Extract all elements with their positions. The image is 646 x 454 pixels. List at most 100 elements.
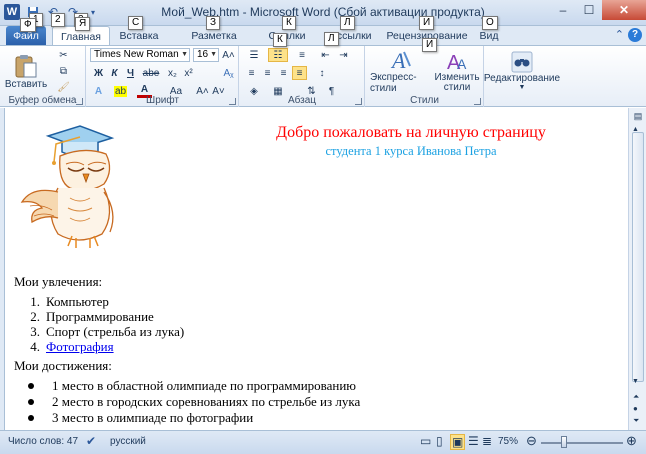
list-item-text: Компьютер xyxy=(46,294,109,309)
keytip: С xyxy=(128,16,144,30)
full-screen-reading-icon[interactable]: ▯ xyxy=(436,434,443,448)
justify-icon: ≡ xyxy=(296,67,303,79)
language[interactable]: русский xyxy=(110,436,146,447)
paste-button[interactable]: Вставить xyxy=(5,49,47,93)
tab-view[interactable]: Вид О xyxy=(474,16,504,46)
list-item-text: 3 место в олимпиаде по фотографии xyxy=(52,410,254,425)
close-button[interactable]: ✕ xyxy=(602,0,646,20)
group-clipboard: Вставить ✂ ⧉ 🖌 Буфер обмена xyxy=(0,46,86,107)
subscript-button[interactable]: x₂ xyxy=(165,66,180,80)
zoom-level[interactable]: 75% xyxy=(498,436,518,447)
svg-text:A: A xyxy=(457,56,467,72)
tab-references[interactable]: Ссылки К xyxy=(262,16,312,46)
list-number: 2. xyxy=(30,309,40,324)
photo-link[interactable]: Фотография xyxy=(46,339,114,354)
prev-page-icon[interactable]: ⏶ xyxy=(633,392,639,402)
tab-file[interactable]: Файл Ф xyxy=(6,18,46,46)
proofing-icon[interactable]: ✔ xyxy=(86,434,96,448)
keytip: Л xyxy=(340,16,355,30)
align-left-button[interactable]: ≡ xyxy=(244,66,259,80)
copy-button[interactable]: ⧉ xyxy=(56,64,71,78)
zoom-slider-track[interactable] xyxy=(541,442,623,444)
document-page[interactable]: Добро пожаловать на личную страницу студ… xyxy=(6,108,628,430)
title-bar: W 1 ↶ 2 ↷ 3 ▾ Мой_Web.htm - Microsoft Wo… xyxy=(0,0,646,27)
decrease-indent-button[interactable]: ⇤ Л xyxy=(318,32,339,62)
change-styles-button[interactable]: A A Изменить стили xyxy=(434,48,480,94)
list-item: 4. Фотография xyxy=(20,339,184,354)
group-label: Абзац xyxy=(287,95,317,106)
align-right-icon: ≡ xyxy=(280,67,287,79)
font-size-value: 16 xyxy=(197,49,209,60)
bullets-button[interactable]: ☰ xyxy=(244,48,264,62)
group-editing: Редактирование ▼ xyxy=(484,46,560,107)
web-layout-icon[interactable]: ▣ xyxy=(450,434,466,450)
tab-page-layout[interactable]: Разметка страницы З xyxy=(168,16,260,62)
next-page-icon[interactable]: ⏷ xyxy=(633,416,639,426)
strikethrough-icon: abe xyxy=(142,67,160,79)
minimize-button[interactable]: – xyxy=(550,0,576,20)
dialog-launcher-icon[interactable] xyxy=(474,98,481,105)
tab-label: Главная xyxy=(61,31,101,43)
format-painter-button[interactable]: 🖌 xyxy=(56,80,71,94)
bullet-icon xyxy=(28,399,34,406)
font-name-value: Times New Roman xyxy=(94,49,179,60)
scroll-thumb[interactable] xyxy=(632,132,644,382)
keytip: К xyxy=(273,33,287,47)
minimize-icon: – xyxy=(559,3,567,17)
maximize-button[interactable]: ☐ xyxy=(576,0,602,20)
quick-styles-button[interactable]: A Экспресс-стили И xyxy=(370,38,438,94)
list-item: 1 место в областной олимпиаде по програм… xyxy=(28,378,360,394)
bold-button[interactable]: Ж xyxy=(91,66,106,80)
outline-icon[interactable]: ☰ xyxy=(468,434,479,448)
minimize-ribbon-icon[interactable]: ⌃ xyxy=(615,28,624,42)
zoom-out-icon[interactable]: ⊖ xyxy=(526,433,537,449)
italic-button[interactable]: К xyxy=(107,66,122,80)
bullet-icon xyxy=(28,415,34,422)
ruler-toggle-icon[interactable]: ▤ xyxy=(631,111,645,125)
browse-object-icon[interactable]: ● xyxy=(633,404,638,413)
zoom-slider-thumb[interactable] xyxy=(561,436,567,448)
achievements-title: Мои достижения: xyxy=(14,358,112,373)
justify-button[interactable]: ≡ xyxy=(292,66,307,80)
page-subheading: студента 1 курса Иванова Петра xyxy=(325,144,497,158)
print-layout-icon[interactable]: ▭ xyxy=(420,434,431,448)
group-paragraph: ☰ ☷ К ≡ ⇤ Л ⇥ ≡ ≡ ≡ ≡ ↕ ◈ ▦ ⇅ ¶ Абзац xyxy=(240,32,365,107)
align-center-button[interactable]: ≡ xyxy=(260,66,275,80)
superscript-button[interactable]: x² xyxy=(181,66,196,80)
zoom-in-icon[interactable]: ⊕ xyxy=(626,433,637,449)
draft-icon[interactable]: ≣ xyxy=(482,434,492,448)
multilevel-list-button[interactable]: ≡ xyxy=(292,48,312,62)
list-number: 1. xyxy=(30,294,40,309)
dialog-launcher-icon[interactable] xyxy=(76,98,83,105)
clear-formatting-button[interactable]: Aᵪ xyxy=(221,66,236,80)
font-size-select[interactable]: 16 ▼ xyxy=(193,48,219,62)
word-count[interactable]: Число слов: 47 xyxy=(8,436,78,447)
scroll-down-icon[interactable]: ▼ xyxy=(632,378,639,385)
tab-label: Вставка xyxy=(119,30,159,42)
line-spacing-button[interactable]: ↕ xyxy=(312,66,332,80)
increase-indent-button[interactable]: ⇥ xyxy=(336,48,351,62)
font-name-select[interactable]: Times New Roman ▼ xyxy=(90,48,190,62)
quick-styles-label: Экспресс-стили xyxy=(370,72,417,94)
group-label: Буфер обмена xyxy=(8,95,77,106)
editing-button[interactable]: Редактирование ▼ xyxy=(484,48,560,94)
strikethrough-button[interactable]: abe xyxy=(141,66,161,80)
dialog-launcher-icon[interactable] xyxy=(355,98,362,105)
tab-home[interactable]: Главная Я xyxy=(52,17,110,46)
tab-insert[interactable]: Вставка С xyxy=(112,16,166,46)
group-styles: A Экспресс-стили И A A Изменить стили Ст… xyxy=(366,38,484,107)
keytip: О xyxy=(482,16,498,30)
dialog-launcher-icon[interactable] xyxy=(229,98,236,105)
status-bar: Число слов: 47 ✔ русский ▭ ▯ ▣ ☰ ≣ 75% ⊖… xyxy=(0,430,646,454)
help-icon[interactable]: ? xyxy=(628,28,642,42)
keytip: К xyxy=(282,16,296,30)
numbering-button[interactable]: ☷ К xyxy=(268,33,288,62)
cut-button[interactable]: ✂ xyxy=(56,48,71,62)
vertical-scrollbar[interactable]: ▤ ▲ ▼ ⏶ ● ⏷ xyxy=(628,108,646,430)
grow-font-button[interactable]: A˄ xyxy=(221,48,236,62)
italic-icon: К xyxy=(111,67,118,79)
underline-button[interactable]: Ч xyxy=(123,66,138,80)
change-styles-icon: A A xyxy=(447,52,467,73)
achievements-list: 1 место в областной олимпиаде по програм… xyxy=(28,378,360,426)
align-right-button[interactable]: ≡ xyxy=(276,66,291,80)
